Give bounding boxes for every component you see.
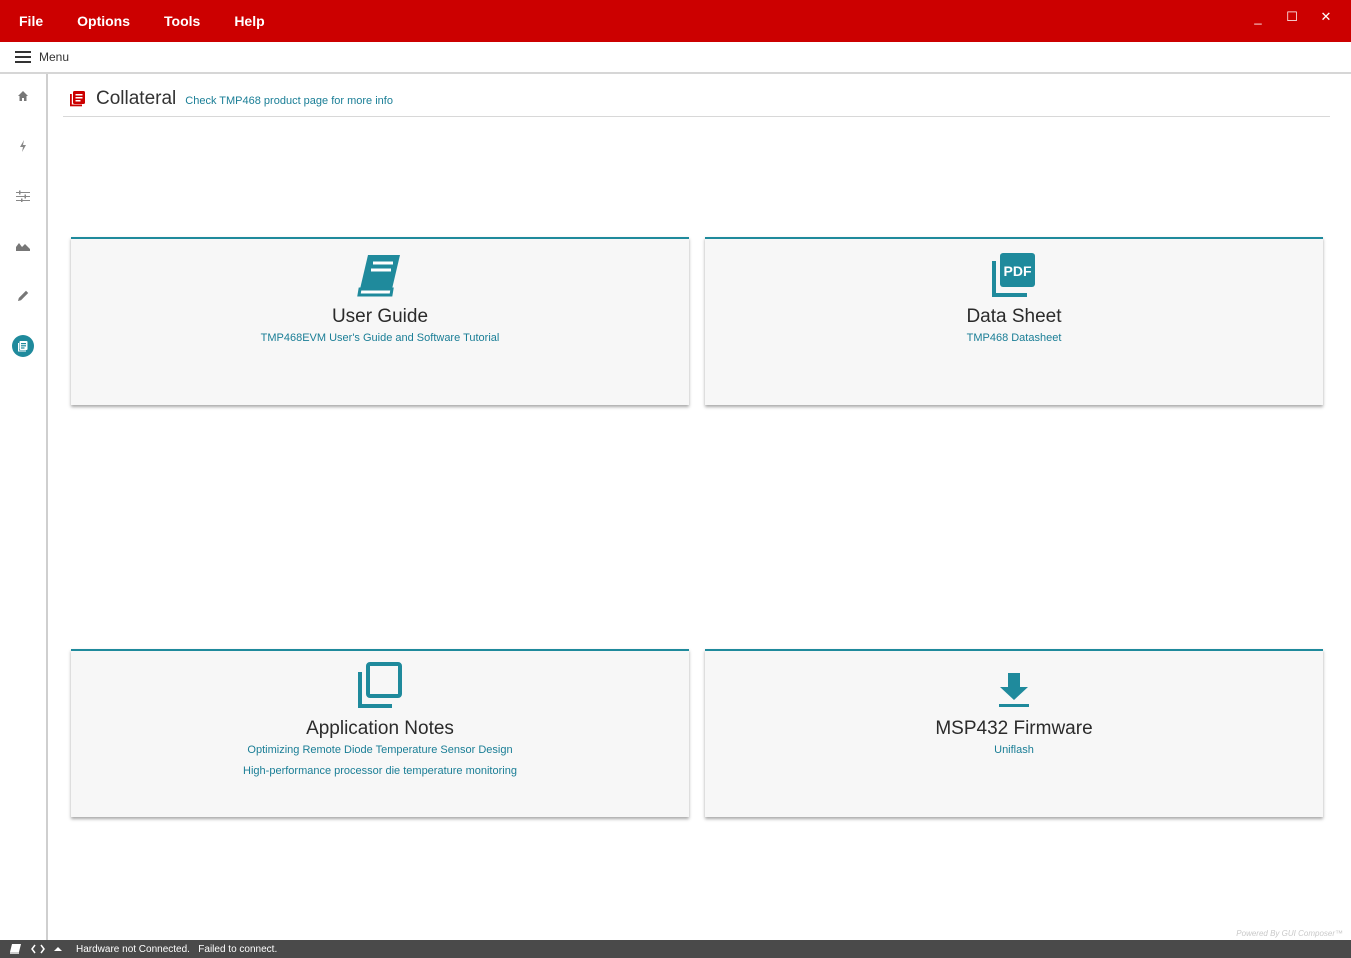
book-icon <box>357 255 400 297</box>
nav-power[interactable] <box>0 126 46 166</box>
menu-tools[interactable]: Tools <box>147 0 217 42</box>
window-controls: _ ☐ ✕ <box>1241 0 1343 34</box>
home-icon <box>18 91 28 101</box>
expand-status-icon[interactable] <box>54 946 62 952</box>
menu-label[interactable]: Menu <box>39 50 69 64</box>
card-title: User Guide <box>331 306 429 327</box>
card-data-sheet: PDF Data Sheet TMP468 Datasheet <box>705 237 1323 405</box>
close-button[interactable]: ✕ <box>1309 9 1343 25</box>
nav-edit[interactable] <box>0 276 46 316</box>
chart-area-icon <box>16 243 30 251</box>
download-icon <box>999 673 1029 707</box>
side-nav-rail <box>0 74 48 940</box>
nav-settings[interactable] <box>0 176 46 216</box>
maximize-button[interactable]: ☐ <box>1275 9 1309 25</box>
content-header: Collateral Check TMP468 product page for… <box>63 82 1330 117</box>
nav-collateral[interactable] <box>0 326 46 366</box>
card-application-notes: Application Notes Optimizing Remote Diod… <box>71 649 689 817</box>
card-msp432-firmware: MSP432 Firmware Uniflash <box>705 649 1323 817</box>
page-title: Collateral <box>96 88 177 109</box>
collateral-icon <box>70 91 85 107</box>
pdf-icon: PDF <box>992 253 1035 297</box>
app-note-link-2[interactable]: High-performance processor die temperatu… <box>71 761 689 782</box>
app-note-link-1[interactable]: Optimizing Remote Diode Temperature Sens… <box>71 740 689 761</box>
collateral-icon <box>12 335 34 357</box>
nav-chart[interactable] <box>0 226 46 266</box>
menu-toggle-bar: Menu <box>0 42 1351 74</box>
svg-text:PDF: PDF <box>1004 263 1032 279</box>
menu-file[interactable]: File <box>0 0 60 42</box>
card-user-guide: User Guide TMP468EVM User's Guide and So… <box>71 237 689 405</box>
document-status-icon[interactable] <box>10 944 21 954</box>
powered-by-label: Powered By GUI Composer™ <box>1236 929 1343 938</box>
nav-home[interactable] <box>0 76 46 116</box>
library-icon <box>358 662 402 708</box>
card-title: MSP432 Firmware <box>935 718 1093 739</box>
menu-help[interactable]: Help <box>217 0 281 42</box>
product-page-link[interactable]: Check TMP468 product page for more info <box>185 95 393 107</box>
pencil-icon <box>18 290 29 301</box>
connection-status-text: Hardware not Connected. Failed to connec… <box>76 943 278 955</box>
uniflash-link[interactable]: Uniflash <box>705 740 1323 761</box>
card-title: Application Notes <box>306 718 454 739</box>
lightning-icon <box>20 140 26 152</box>
title-bar: File Options Tools Help _ ☐ ✕ <box>0 0 1351 42</box>
user-guide-link[interactable]: TMP468EVM User's Guide and Software Tuto… <box>71 328 689 349</box>
connection-icon[interactable] <box>30 944 46 954</box>
hamburger-icon[interactable] <box>15 51 31 63</box>
menu-options[interactable]: Options <box>60 0 147 42</box>
minimize-button[interactable]: _ <box>1241 10 1275 25</box>
card-title: Data Sheet <box>966 306 1062 327</box>
status-bar: Hardware not Connected. Failed to connec… <box>0 940 1351 958</box>
sliders-icon <box>16 190 30 202</box>
datasheet-link[interactable]: TMP468 Datasheet <box>705 328 1323 349</box>
